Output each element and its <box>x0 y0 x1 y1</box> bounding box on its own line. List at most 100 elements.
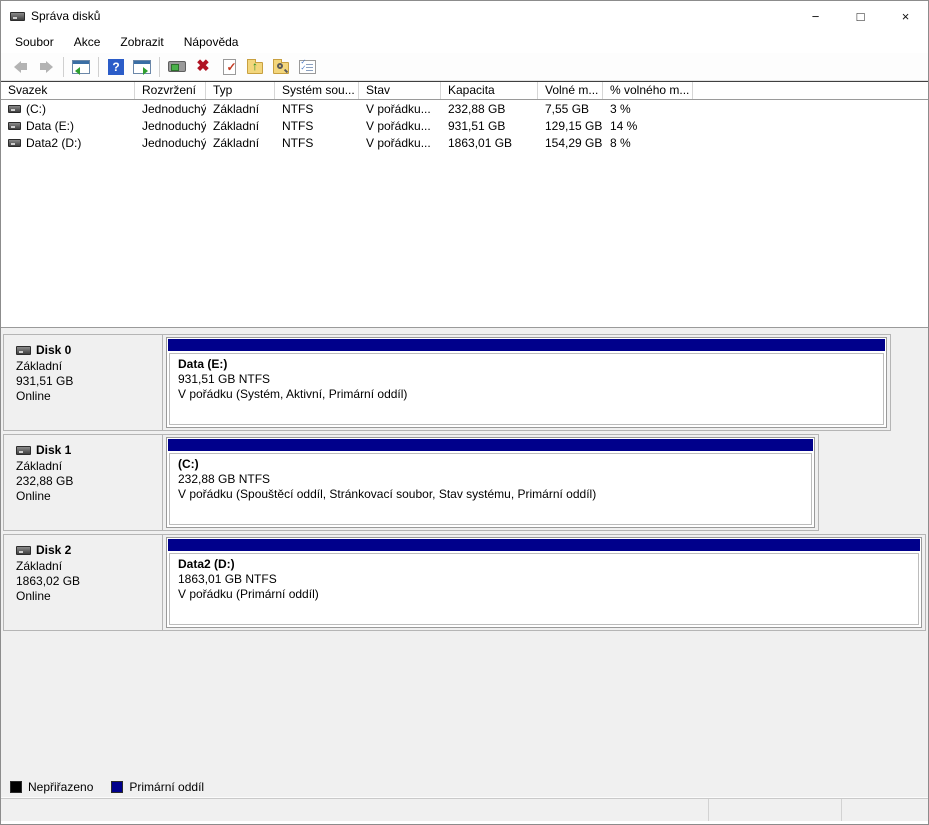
volume-layout: Jednoduchý <box>135 119 206 133</box>
volume-free: 129,15 GB <box>538 119 603 133</box>
disk-label: Disk 1 <box>36 443 71 458</box>
back-icon[interactable] <box>8 55 32 79</box>
volume-icon <box>8 122 21 130</box>
menu-napoveda[interactable]: Nápověda <box>174 33 249 51</box>
disk-0-info-panel[interactable]: Disk 0 Základní 931,51 GB Online <box>4 335 163 430</box>
menu-zobrazit[interactable]: Zobrazit <box>110 33 173 51</box>
column-header-procento-volneho[interactable]: % volného m... <box>603 82 693 99</box>
volume-type: Základní <box>206 119 275 133</box>
toolbar <box>1 53 928 81</box>
toolbar-separator <box>159 57 160 77</box>
column-header-volne-misto[interactable]: Volné m... <box>538 82 603 99</box>
disk-status: Online <box>16 589 162 604</box>
disk-size: 1863,02 GB <box>16 574 162 589</box>
volume-list-header: Svazek Rozvržení Typ Systém sou... Stav … <box>1 82 928 100</box>
volume-status: V pořádku... <box>359 119 441 133</box>
volume-row-data-e[interactable]: Data (E:) Jednoduchý Základní NTFS V poř… <box>1 117 928 134</box>
column-header-rozvrzeni[interactable]: Rozvržení <box>135 82 206 99</box>
close-button[interactable]: × <box>883 1 928 31</box>
volume-free-pct: 3 % <box>603 102 693 116</box>
device-view-icon[interactable] <box>165 55 189 79</box>
window-controls: − □ × <box>793 1 928 31</box>
volume-type: Základní <box>206 102 275 116</box>
partition-title: (C:) <box>178 457 811 472</box>
disk-label: Disk 0 <box>36 343 71 358</box>
title-bar: Správa disků − □ × <box>1 1 928 31</box>
explore-folder-icon[interactable] <box>269 55 293 79</box>
column-header-filler <box>693 82 928 99</box>
forward-icon[interactable] <box>34 55 58 79</box>
partition-size-fs: 1863,01 GB NTFS <box>178 572 918 587</box>
volume-layout: Jednoduchý <box>135 102 206 116</box>
check-document-icon[interactable] <box>217 55 241 79</box>
volume-status: V pořádku... <box>359 136 441 150</box>
partition-title: Data2 (D:) <box>178 557 918 572</box>
toolbar-separator <box>63 57 64 77</box>
disk-status: Online <box>16 489 162 504</box>
partition-title: Data (E:) <box>178 357 883 372</box>
volume-row-data2-d[interactable]: Data2 (D:) Jednoduchý Základní NTFS V po… <box>1 134 928 151</box>
disk-icon <box>16 446 31 455</box>
volume-status: V pořádku... <box>359 102 441 116</box>
properties-list-icon[interactable] <box>295 55 319 79</box>
volume-free: 7,55 GB <box>538 102 603 116</box>
volume-free: 154,29 GB <box>538 136 603 150</box>
menu-akce[interactable]: Akce <box>64 33 111 51</box>
disk-type: Základní <box>16 359 162 374</box>
volume-icon <box>8 139 21 147</box>
disk-2-partition-block[interactable]: Data2 (D:) 1863,01 GB NTFS V pořádku (Pr… <box>166 537 922 628</box>
disk-0-row: Disk 0 Základní 931,51 GB Online Data (E… <box>3 334 891 431</box>
legend-bar: Nepřiřazeno Primární oddíl <box>1 776 928 798</box>
console-tree-icon[interactable] <box>69 55 93 79</box>
disk-2-row: Disk 2 Základní 1863,02 GB Online Data2 … <box>3 534 926 631</box>
menu-bar: Soubor Akce Zobrazit Nápověda <box>1 31 928 53</box>
volume-name: Data2 (D:) <box>26 136 81 150</box>
status-bar <box>1 798 928 821</box>
unallocated-legend-label: Nepřiřazeno <box>28 780 93 794</box>
window-title: Správa disků <box>31 9 100 23</box>
disk-1-partition-block[interactable]: (C:) 232,88 GB NTFS V pořádku (Spouštěcí… <box>166 437 815 528</box>
column-header-stav[interactable]: Stav <box>359 82 441 99</box>
primary-partition-bar <box>168 539 920 551</box>
primary-partition-bar <box>168 339 885 351</box>
action-pane-icon[interactable] <box>130 55 154 79</box>
partition-status: V pořádku (Spouštěcí oddíl, Stránkovací … <box>178 487 811 502</box>
volume-name: Data (E:) <box>26 119 74 133</box>
partition-size-fs: 232,88 GB NTFS <box>178 472 811 487</box>
volume-capacity: 1863,01 GB <box>441 136 538 150</box>
volume-capacity: 931,51 GB <box>441 119 538 133</box>
volume-fs: NTFS <box>275 102 359 116</box>
volume-free-pct: 8 % <box>603 136 693 150</box>
primary-partition-legend-label: Primární oddíl <box>129 780 204 794</box>
volume-name: (C:) <box>26 102 46 116</box>
volume-free-pct: 14 % <box>603 119 693 133</box>
disk-2-info-panel[interactable]: Disk 2 Základní 1863,02 GB Online <box>4 535 163 630</box>
maximize-button[interactable]: □ <box>838 1 883 31</box>
volume-capacity: 232,88 GB <box>441 102 538 116</box>
column-header-kapacita[interactable]: Kapacita <box>441 82 538 99</box>
disk-label: Disk 2 <box>36 543 71 558</box>
volume-fs: NTFS <box>275 119 359 133</box>
menu-soubor[interactable]: Soubor <box>5 33 64 51</box>
app-icon <box>10 12 25 21</box>
volume-layout: Jednoduchý <box>135 136 206 150</box>
unallocated-legend-swatch <box>10 781 22 793</box>
graphical-view-pane: Disk 0 Základní 931,51 GB Online Data (E… <box>1 328 928 776</box>
column-header-typ[interactable]: Typ <box>206 82 275 99</box>
disk-size: 931,51 GB <box>16 374 162 389</box>
disk-icon <box>16 546 31 555</box>
minimize-button[interactable]: − <box>793 1 838 31</box>
column-header-svazek[interactable]: Svazek <box>1 82 135 99</box>
disk-1-info-panel[interactable]: Disk 1 Základní 232,88 GB Online <box>4 435 163 530</box>
column-header-system-souboru[interactable]: Systém sou... <box>275 82 359 99</box>
disk-type: Základní <box>16 559 162 574</box>
delete-volume-icon[interactable] <box>191 55 215 79</box>
disk-status: Online <box>16 389 162 404</box>
volume-row-c[interactable]: (C:) Jednoduchý Základní NTFS V pořádku.… <box>1 100 928 117</box>
partition-status: V pořádku (Primární oddíl) <box>178 587 918 602</box>
primary-partition-bar <box>168 439 813 451</box>
help-icon[interactable] <box>104 55 128 79</box>
partition-status: V pořádku (Systém, Aktivní, Primární odd… <box>178 387 883 402</box>
open-folder-icon[interactable] <box>243 55 267 79</box>
disk-0-partition-block[interactable]: Data (E:) 931,51 GB NTFS V pořádku (Syst… <box>166 337 887 428</box>
